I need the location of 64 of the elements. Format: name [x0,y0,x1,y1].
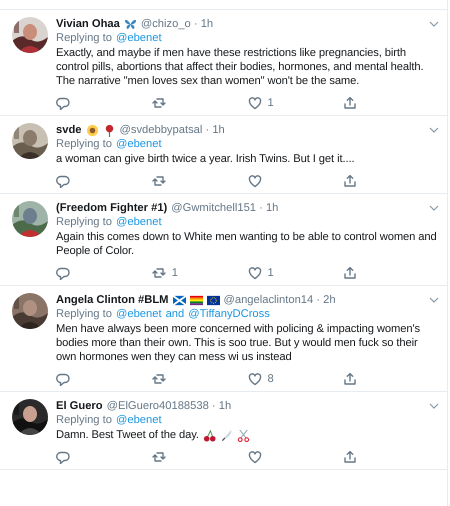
chevron-down-icon[interactable] [429,295,439,305]
share-icon [343,266,358,280]
mention-link[interactable]: @ebenet [116,307,162,321]
handle-and-time: @Gwmitchell151 · 1h [171,201,278,215]
handle-and-time: @svdebbypatsal · 1h [120,123,225,137]
reply-icon [56,266,70,280]
retweet-button[interactable]: 1 [152,264,248,282]
heart-icon [248,266,262,280]
replying-label: Replying to [56,413,112,427]
mention-link[interactable]: @TiffanyDCross [188,307,270,321]
tweet-text: Exactly, and maybe if men have these restrictions like pregnancies, birth control pills, abortions that affect their bodies, hormones, and mental health. The narrative "men loves sex than women" won't be the same. [56,46,425,88]
flag-icon [206,294,220,306]
like-button[interactable]: 1 [248,94,344,112]
heart-icon [248,372,262,386]
handle-and-time: @chizo_o · 1h [140,17,214,31]
replying-label: Replying to [56,307,112,321]
mention-link[interactable]: @ebenet [116,413,162,427]
replying-label: Replying to [56,137,112,151]
chevron-down-icon[interactable] [429,401,439,411]
flower-icon [86,124,98,136]
reply-icon [56,174,70,188]
share-icon [343,450,358,464]
heart-icon [248,96,262,110]
rainbow-flag-icon [190,294,202,306]
cherries-icon [202,428,216,442]
tweet-text: Men have always been more concerned with policing & impacting women's bodies more than their own. This is soo true. But y would men fuck so their own hormones wen they can mess wi us instead [56,322,421,364]
author-name[interactable]: El Guero [56,399,103,413]
tweet-text: Damn. Best Tweet of the day. [56,428,199,442]
tweet-text: a woman can give birth twice a year. Irish Twins. But I get it.... [56,152,354,166]
heart-icon [248,174,262,188]
reply-icon [56,96,70,110]
author-name[interactable]: (Freedom Fighter #1) [56,201,168,215]
scissors-icon [236,428,250,442]
author-name[interactable]: Vivian Ohaa [56,17,120,31]
retweet-icon [152,174,166,188]
butterfly-icon [124,18,137,30]
handle-and-time: @ElGuero40188538 · 1h [106,399,232,413]
retweet-icon [152,450,166,464]
handle-and-time: @angelaclinton14 · 2h [224,293,336,307]
retweet-icon [152,372,166,386]
share-icon [343,96,358,110]
mention-link[interactable]: @ebenet [116,31,162,45]
author-name[interactable]: Angela Clinton #BLM [56,293,168,307]
share-icon [343,372,358,386]
flag-icon [172,294,186,306]
replying-label: Replying to [56,31,112,45]
mention-link[interactable]: @ebenet [116,137,162,151]
knife-icon [220,428,233,442]
replying-label: Replying to [56,215,112,229]
reply-icon [56,450,70,464]
reply-icon [56,372,70,386]
retweet-icon [152,96,166,110]
tweet-text: Again this comes down to White men wanting to be able to control women and People of Color. [56,230,438,258]
mention-link[interactable]: @ebenet [116,215,162,229]
like-button[interactable]: 8 [248,370,344,388]
author-name[interactable]: svde [56,123,82,137]
heart-icon [248,450,262,464]
retweet-icon [152,266,166,280]
chevron-down-icon[interactable] [429,19,439,29]
chevron-down-icon[interactable] [429,203,439,213]
conjunction-text[interactable]: and [166,307,184,321]
chevron-down-icon[interactable] [429,125,439,135]
share-icon [343,174,358,188]
like-button[interactable]: 1 [248,264,344,282]
